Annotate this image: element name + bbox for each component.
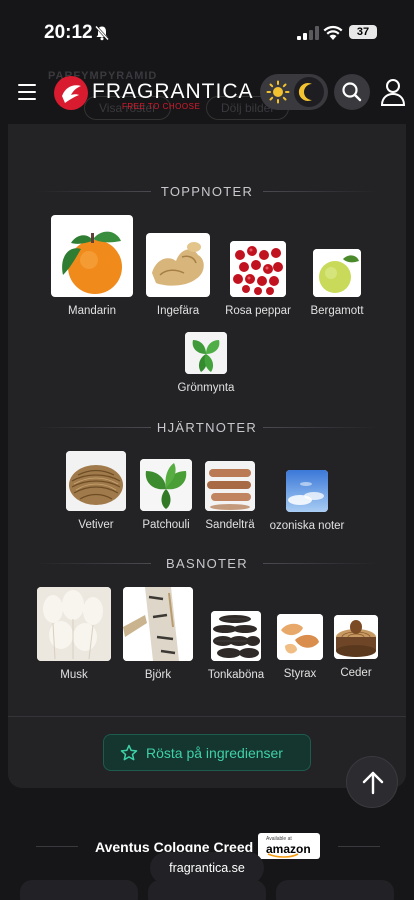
note-musk[interactable]: Musk <box>36 587 112 681</box>
tonka-image <box>211 611 261 661</box>
theme-toggle[interactable] <box>260 74 328 110</box>
note-spearmint[interactable]: Grönmynta <box>174 332 238 394</box>
status-bar: 20:12 37 <box>0 0 414 62</box>
fragrantica-logo[interactable] <box>54 76 88 110</box>
note-vetiver[interactable]: Vetiver <box>64 451 128 531</box>
note-label: Ceder <box>340 667 372 679</box>
note-label: Musk <box>60 669 88 681</box>
ginger-image <box>146 233 210 297</box>
browser-url-bar[interactable]: fragrantica.se <box>150 852 264 884</box>
footer-divider <box>338 846 380 847</box>
ozonic-image <box>286 470 328 512</box>
note-label: Patchouli <box>142 519 190 531</box>
note-label: Styrax <box>283 668 317 680</box>
scroll-to-top-button[interactable] <box>346 756 398 808</box>
signal-icon <box>297 26 319 40</box>
arrow-up-icon <box>362 771 384 795</box>
section-divider <box>263 427 378 428</box>
vetiver-image <box>66 451 126 511</box>
note-ginger[interactable]: Ingefära <box>144 233 212 317</box>
moon-icon <box>298 83 312 101</box>
vote-button-label: Rösta på ingredienser <box>146 745 283 761</box>
site-header: PARFYMPYRAMID Visa röster Dölj bilder FR… <box>0 62 414 124</box>
wifi-icon <box>323 25 343 40</box>
note-mandarin[interactable]: Mandarin <box>50 215 134 317</box>
note-label: Vetiver <box>78 519 114 531</box>
note-sandalwood[interactable]: Sandelträ <box>198 461 262 531</box>
note-ozonic[interactable]: ozoniska noter <box>264 470 350 532</box>
note-label: Mandarin <box>68 305 116 317</box>
birch-image <box>123 587 193 661</box>
notes-pyramid-card: TOPPNOTER Mandarin Ingefära Rosa peppar … <box>8 124 406 788</box>
section-divider <box>263 191 378 192</box>
brand-name[interactable]: FRAGRANTICA <box>92 80 254 104</box>
note-label: Sandelträ <box>205 519 255 531</box>
note-birch[interactable]: Björk <box>120 587 196 681</box>
amazon-badge[interactable]: Available at amazon <box>258 833 320 859</box>
note-tonka[interactable]: Tonkaböna <box>202 611 270 681</box>
spearmint-image <box>185 332 227 374</box>
note-cedar[interactable]: Ceder <box>330 615 382 679</box>
note-label: ozoniska noter <box>269 520 345 532</box>
mandarin-image <box>51 215 133 297</box>
note-label: Bergamott <box>310 305 364 317</box>
brand-tagline: FREE TO CHOOSE <box>122 102 201 111</box>
search-button[interactable] <box>334 74 370 110</box>
styrax-image <box>277 614 323 660</box>
status-time: 20:12 <box>44 22 93 43</box>
menu-icon[interactable] <box>18 84 36 100</box>
user-icon[interactable] <box>380 78 406 106</box>
search-icon <box>342 82 362 102</box>
note-label: Rosa peppar <box>225 305 291 317</box>
vote-ingredients-button[interactable]: Rösta på ingredienser <box>103 734 311 771</box>
bell-muted-icon <box>95 25 109 41</box>
related-card[interactable] <box>20 880 138 900</box>
card-divider <box>8 716 406 717</box>
pink-pepper-image <box>230 241 286 297</box>
note-label: Grönmynta <box>177 382 235 394</box>
note-label: Björk <box>144 669 172 681</box>
note-patchouli[interactable]: Patchouli <box>134 459 198 531</box>
related-card[interactable] <box>276 880 394 900</box>
sun-icon <box>266 80 290 104</box>
note-pink-pepper[interactable]: Rosa peppar <box>222 241 294 317</box>
note-bergamot[interactable]: Bergamott <box>304 249 370 317</box>
amazon-smile-icon <box>267 853 299 858</box>
star-icon <box>120 744 138 761</box>
patchouli-image <box>140 459 192 511</box>
note-label: Tonkaböna <box>207 669 265 681</box>
section-divider <box>263 563 378 564</box>
note-styrax[interactable]: Styrax <box>272 614 328 680</box>
musk-image <box>37 587 111 661</box>
sandalwood-image <box>205 461 255 511</box>
bergamot-image <box>313 249 361 297</box>
footer-divider <box>36 846 78 847</box>
battery-indicator: 37 <box>349 25 377 39</box>
cedar-image <box>334 615 378 659</box>
note-label: Ingefära <box>156 305 200 317</box>
